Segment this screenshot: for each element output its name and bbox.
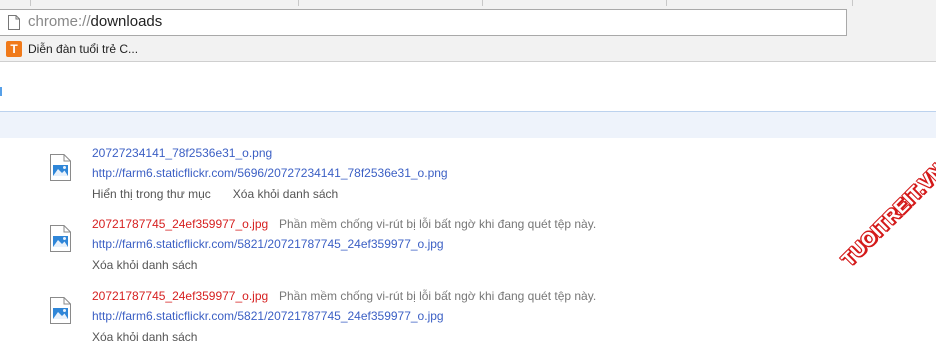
page-icon (8, 15, 20, 30)
download-item: 20721787745_24ef359977_o.jpg Phần mềm ch… (0, 289, 936, 351)
remove-from-list-link[interactable]: Xóa khỏi danh sách (92, 330, 197, 344)
image-file-icon (50, 297, 71, 324)
bookmark-label: Diễn đàn tuổi trẻ C... (28, 42, 139, 56)
download-item: 20721787745_24ef359977_o.jpg Phần mềm ch… (0, 217, 936, 279)
show-in-folder-link[interactable]: Hiển thị trong thư mục (92, 187, 211, 201)
download-actions: Xóa khỏi danh sách (92, 258, 219, 272)
download-actions: Hiển thị trong thư mục Xóa khỏi danh sách (92, 187, 360, 201)
tuoitre-favicon-icon: T (6, 41, 22, 57)
download-url-link[interactable]: http://farm6.staticflickr.com/5696/20727… (92, 166, 448, 180)
bookmark-item[interactable]: T Diễn đàn tuổi trẻ C... (6, 40, 138, 58)
address-url[interactable]: chrome://downloads (28, 13, 162, 30)
scroll-marker (0, 87, 2, 96)
downloads-page: 20727234141_78f2536e31_o.png http://farm… (0, 63, 936, 352)
download-warning: Phần mềm chống vi-rút bị lỗi bất ngờ khi… (279, 289, 597, 303)
downloads-header-band (0, 111, 936, 138)
download-warning: Phần mềm chống vi-rút bị lỗi bất ngờ khi… (279, 217, 597, 231)
image-file-icon (50, 154, 71, 181)
download-filename: 20721787745_24ef359977_o.jpg (92, 289, 269, 303)
url-scheme: chrome:// (28, 13, 91, 30)
url-path: downloads (90, 13, 163, 30)
bookmarks-bar: T Diễn đàn tuổi trẻ C... (0, 36, 936, 62)
download-filename: 20721787745_24ef359977_o.jpg (92, 217, 269, 231)
download-url-link[interactable]: http://farm6.staticflickr.com/5821/20721… (92, 237, 444, 251)
download-filename-link[interactable]: 20727234141_78f2536e31_o.png (92, 146, 272, 160)
remove-from-list-link[interactable]: Xóa khỏi danh sách (92, 258, 197, 272)
download-url-link[interactable]: http://farm6.staticflickr.com/5821/20721… (92, 309, 444, 323)
image-file-icon (50, 225, 71, 252)
address-bar[interactable]: chrome://downloads (0, 9, 847, 36)
download-actions: Xóa khỏi danh sách (92, 330, 219, 344)
toolbar: chrome://downloads (0, 6, 936, 36)
remove-from-list-link[interactable]: Xóa khỏi danh sách (233, 187, 338, 201)
download-item: 20727234141_78f2536e31_o.png http://farm… (0, 146, 936, 208)
